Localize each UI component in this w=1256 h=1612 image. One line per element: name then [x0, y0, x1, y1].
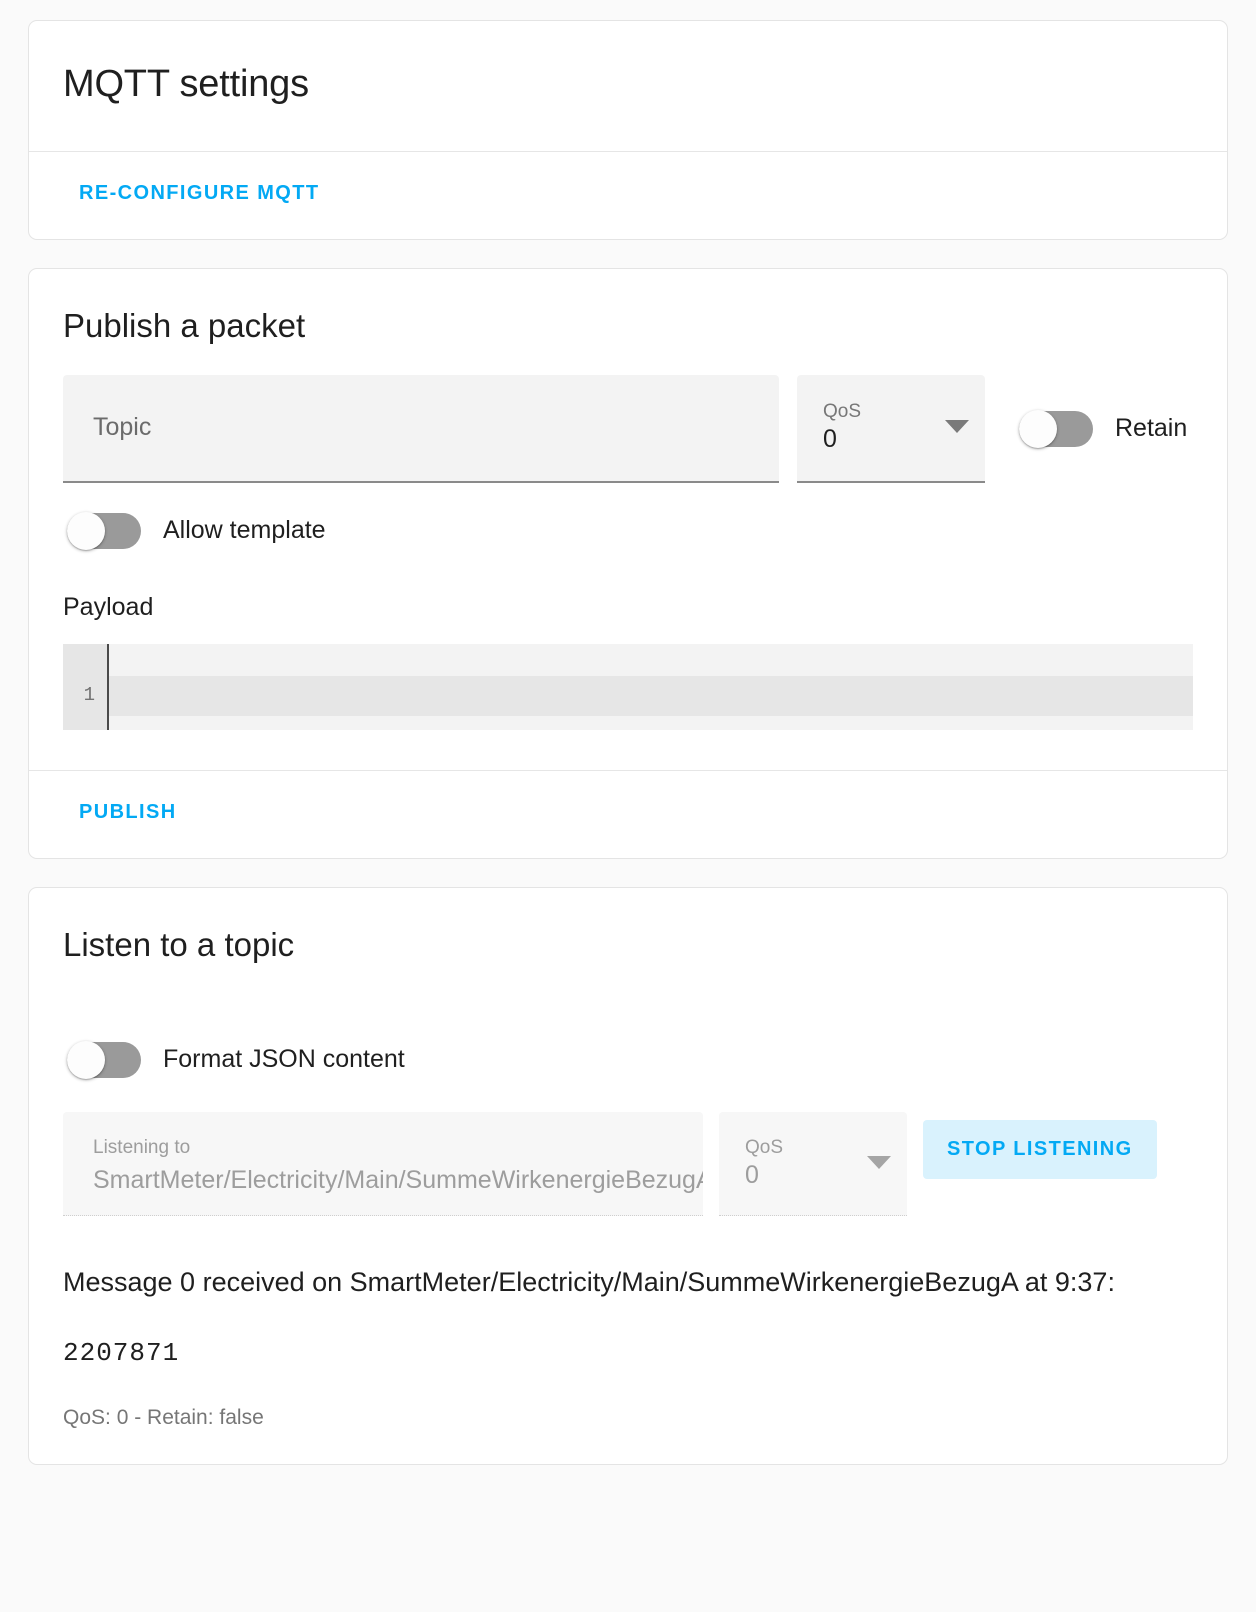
- payload-editor[interactable]: 1: [63, 643, 1193, 730]
- listen-topic-card: Listen to a topic Format JSON content Li…: [28, 886, 1228, 1466]
- retain-label: Retain: [1115, 414, 1188, 443]
- topic-input[interactable]: Topic: [63, 374, 779, 483]
- publish-card-body: Publish a packet Topic QoS 0 Retain Allo…: [29, 269, 1227, 770]
- mqtt-settings-page: MQTT settings RE-CONFIGURE MQTT Publish …: [0, 0, 1256, 1612]
- chevron-down-icon: [867, 1155, 891, 1169]
- publish-qos-label: QoS: [823, 401, 862, 423]
- retain-toggle[interactable]: [1019, 409, 1093, 448]
- format-json-toggle-thumb: [67, 1040, 105, 1079]
- received-message-payload: 2207871: [63, 1338, 180, 1369]
- mqtt-settings-card: MQTT settings RE-CONFIGURE MQTT: [28, 20, 1228, 240]
- listen-topic-row: Listening to SmartMeter/Electricity/Main…: [63, 1111, 1193, 1216]
- publish-heading: Publish a packet: [63, 306, 306, 344]
- payload-editor-content[interactable]: [107, 643, 1193, 730]
- stop-listening-button[interactable]: STOP LISTENING: [923, 1119, 1157, 1179]
- received-message-header: Message 0 received on SmartMeter/Electri…: [63, 1266, 1115, 1297]
- format-json-control: Format JSON content: [63, 1040, 1193, 1079]
- allow-template-control: Allow template: [63, 511, 1193, 550]
- retain-toggle-thumb: [1019, 409, 1057, 448]
- listen-qos-value: 0: [745, 1160, 759, 1189]
- listen-heading: Listen to a topic: [63, 925, 295, 963]
- listening-to-input: Listening to SmartMeter/Electricity/Main…: [63, 1111, 703, 1216]
- listen-card-body: Listen to a topic Format JSON content Li…: [29, 888, 1227, 1464]
- listening-to-value: SmartMeter/Electricity/Main/SummeWirkene…: [93, 1166, 703, 1195]
- payload-line-number: 1: [83, 683, 95, 706]
- format-json-label: Format JSON content: [163, 1045, 405, 1074]
- payload-label: Payload: [63, 592, 154, 621]
- reconfigure-mqtt-button[interactable]: RE-CONFIGURE MQTT: [69, 174, 329, 213]
- topic-placeholder: Topic: [93, 413, 152, 442]
- allow-template-label: Allow template: [163, 516, 326, 545]
- publish-topic-row: Topic QoS 0 Retain: [63, 374, 1193, 483]
- publish-qos-value: 0: [823, 425, 837, 454]
- chevron-down-icon: [945, 420, 969, 434]
- payload-editor-gutter: 1: [63, 643, 107, 730]
- allow-template-toggle-thumb: [67, 511, 105, 550]
- listening-to-label: Listening to: [93, 1136, 191, 1158]
- allow-template-toggle[interactable]: [67, 511, 141, 550]
- publish-qos-select[interactable]: QoS 0: [797, 374, 985, 483]
- listen-qos-select: QoS 0: [719, 1111, 907, 1216]
- stop-listening-wrap: STOP LISTENING: [923, 1112, 1157, 1179]
- listen-qos-text: QoS 0: [745, 1136, 783, 1191]
- page-title: MQTT settings: [63, 63, 309, 105]
- publish-card-actions: PUBLISH: [29, 771, 1227, 858]
- payload-active-line: [107, 675, 1193, 716]
- listen-qos-label: QoS: [745, 1136, 784, 1158]
- format-json-toggle[interactable]: [67, 1040, 141, 1079]
- received-message-meta: QoS: 0 - Retain: false: [63, 1406, 264, 1430]
- retain-control: Retain: [1003, 375, 1187, 483]
- payload-text-cursor: [107, 643, 109, 730]
- publish-button[interactable]: PUBLISH: [69, 793, 187, 832]
- publish-packet-card: Publish a packet Topic QoS 0 Retain Allo…: [28, 267, 1228, 859]
- publish-qos-text: QoS 0: [823, 400, 861, 455]
- settings-card-actions: RE-CONFIGURE MQTT: [29, 152, 1227, 239]
